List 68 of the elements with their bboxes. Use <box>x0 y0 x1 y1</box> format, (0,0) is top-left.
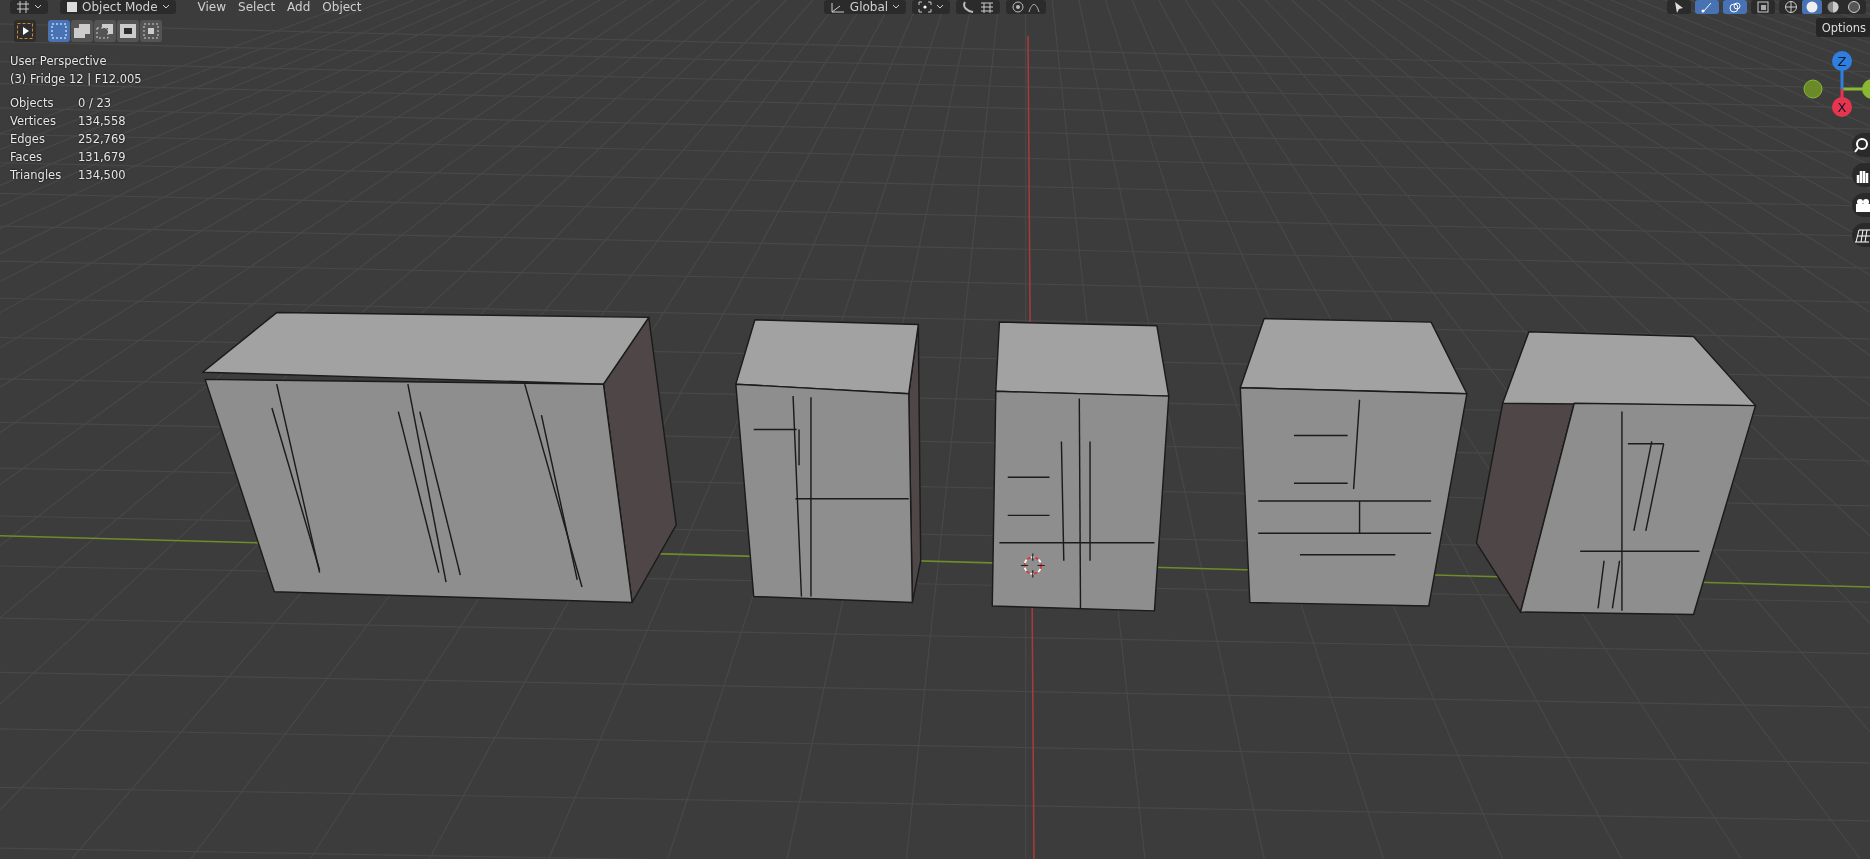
view-name: User Perspective <box>10 53 108 70</box>
axis-handle[interactable] <box>1832 51 1852 89</box>
grid-icon <box>1854 227 1870 243</box>
stat-label: Triangles <box>10 167 63 184</box>
chevron-icon <box>161 4 170 10</box>
axes-icon <box>829 1 846 13</box>
stat-label: Objects <box>10 95 55 112</box>
select-box-tool[interactable] <box>14 20 36 42</box>
menu-item[interactable]: Select <box>232 0 282 14</box>
sphere-icon <box>1826 0 1840 14</box>
options-button[interactable]: Options <box>1815 18 1870 37</box>
stat-value: 252,769 <box>78 131 126 148</box>
select-box-icon <box>16 22 34 40</box>
proportional-edit-toggle[interactable] <box>1006 0 1047 14</box>
menu-item[interactable]: View <box>191 0 233 14</box>
object-info: (3) Fridge 12 | F12.005 <box>10 71 142 88</box>
stat-value: 134,500 <box>78 167 126 184</box>
gizmo-icon <box>1701 1 1713 13</box>
stat-value: 134,558 <box>78 113 126 130</box>
stat-label: Faces <box>10 149 43 166</box>
selection-mode-icon <box>73 22 91 40</box>
camera-icon <box>1854 197 1870 213</box>
orientation-dropdown[interactable]: Global <box>823 0 907 14</box>
grid-icon <box>980 1 995 13</box>
selection-mode-icon <box>119 22 137 40</box>
stat-value: 131,679 <box>78 149 126 166</box>
selection-mode-icon <box>50 22 68 40</box>
selection-mode-icon <box>142 22 160 40</box>
sphere-icon <box>1784 0 1798 14</box>
mode-dropdown[interactable]: Object Mode <box>60 0 176 14</box>
overlay-toggle[interactable] <box>1723 0 1747 14</box>
3d-cursor-icon <box>1020 553 1046 579</box>
selection-mode-button[interactable] <box>117 20 139 42</box>
selection-mode-icon <box>96 22 114 40</box>
zoom-icon <box>1854 137 1870 153</box>
xray-icon <box>1757 1 1769 13</box>
pivot-icon <box>918 1 933 13</box>
selection-mode-button[interactable] <box>71 20 93 42</box>
menu-item[interactable]: Object <box>316 0 368 14</box>
selectability-dropdown[interactable] <box>1667 0 1691 14</box>
stat-label: Edges <box>10 131 46 148</box>
snap-toggle[interactable] <box>956 0 1001 14</box>
editor-type-button[interactable] <box>10 0 48 14</box>
stat-label: Vertices <box>10 113 57 130</box>
gizmo-toggle[interactable] <box>1695 0 1719 14</box>
grid-icon <box>16 1 30 13</box>
selection-mode-button[interactable] <box>94 20 116 42</box>
axis-handle[interactable] <box>1803 79 1823 99</box>
sphere-icon <box>1847 0 1861 14</box>
chevron-icon <box>34 4 42 10</box>
cursor-icon <box>1673 1 1685 13</box>
curve-icon <box>1028 1 1041 13</box>
target-icon <box>1012 1 1025 13</box>
chevron-icon <box>892 4 901 10</box>
cube-icon <box>66 1 78 13</box>
axis-handle[interactable] <box>1832 89 1852 117</box>
overlay-icon <box>1729 1 1741 13</box>
selection-mode-button[interactable] <box>140 20 162 42</box>
chevron-icon <box>936 4 945 10</box>
xray-toggle[interactable] <box>1751 0 1775 14</box>
axis-handle[interactable] <box>1842 79 1870 99</box>
solid-shading-button[interactable] <box>1802 0 1822 14</box>
sphere-icon <box>1805 0 1819 14</box>
axis-label: X <box>1837 99 1847 115</box>
axis-label: Z <box>1837 53 1847 69</box>
stat-value: 0 / 23 <box>78 95 113 112</box>
pivot-dropdown[interactable] <box>912 0 951 14</box>
menu-item[interactable]: Add <box>281 0 317 14</box>
